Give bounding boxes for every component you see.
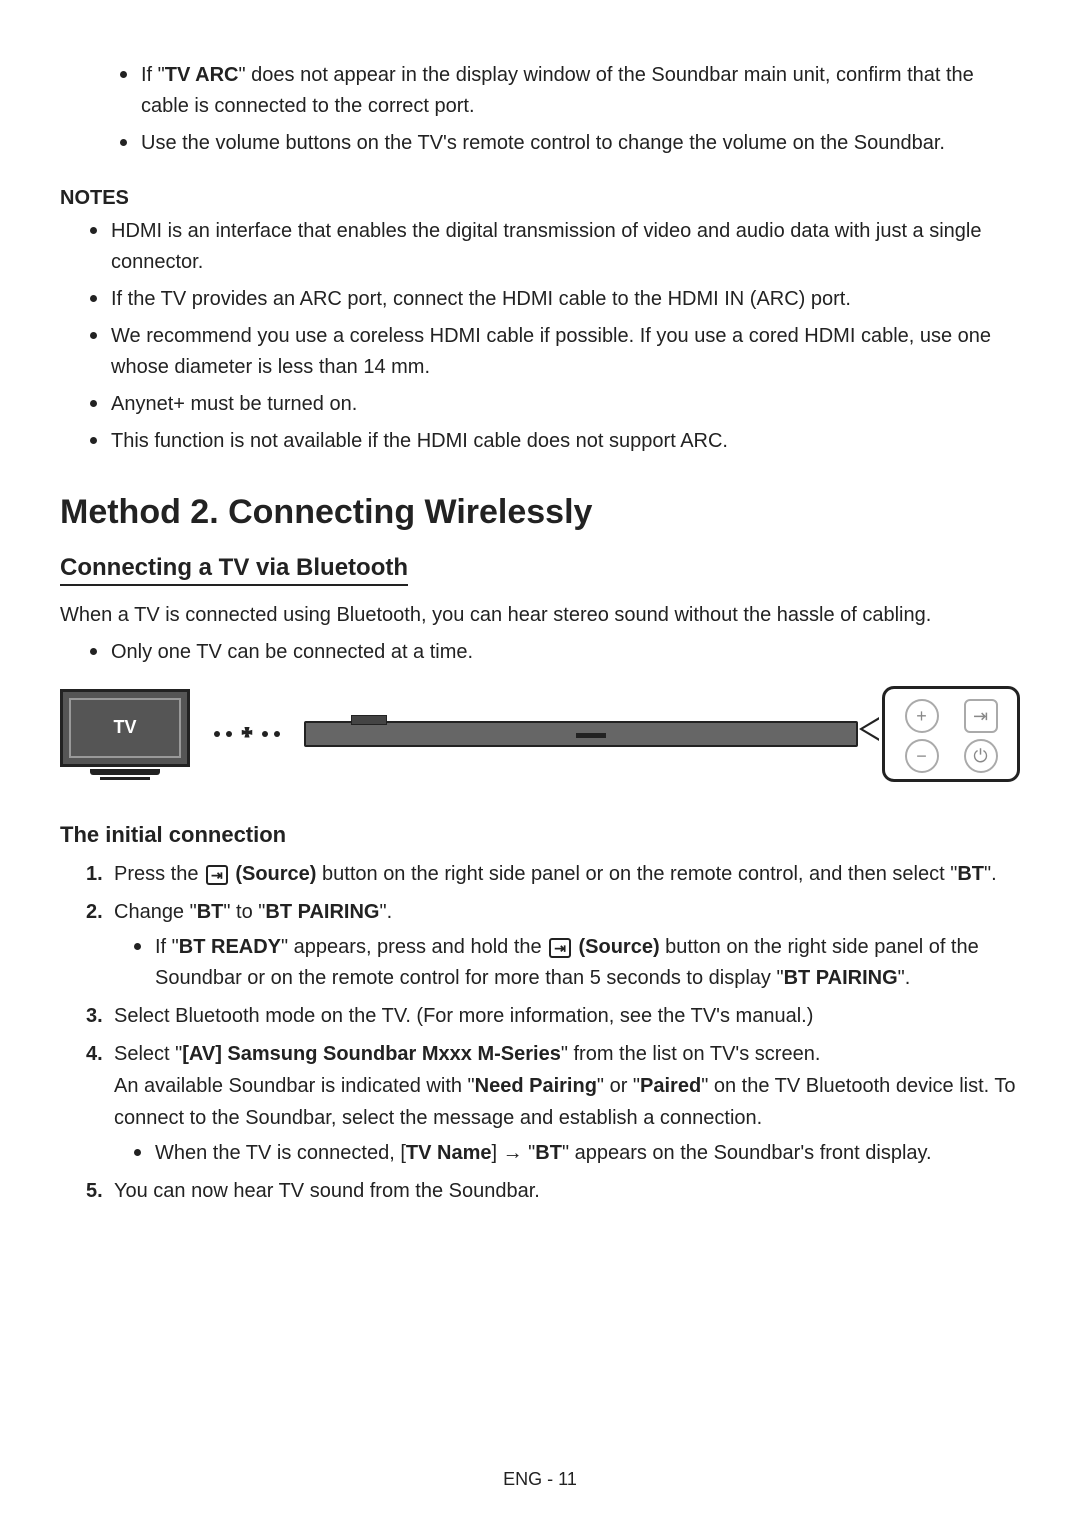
step-4: Select "[AV] Samsung Soundbar Mxxx M-Ser… [86, 1038, 1020, 1169]
signal-dot [274, 731, 280, 737]
volume-down-icon: − [905, 739, 939, 773]
intro-text: When a TV is connected using Bluetooth, … [60, 600, 1020, 631]
source-icon: ⇥ [549, 938, 571, 958]
notes-list: HDMI is an interface that enables the di… [90, 216, 1020, 457]
side-panel-illustration: + ⇥ − ⏻ [882, 686, 1020, 782]
step-1: Press the ⇥ (Source) button on the right… [86, 858, 1020, 890]
signal-dot [226, 731, 232, 737]
volume-up-icon: + [905, 699, 939, 733]
bullet-icon [120, 71, 127, 78]
tv-illustration: TV [60, 689, 190, 780]
bluetooth-diagram: TV ᛭ + ⇥ − ⏻ [60, 686, 1020, 782]
list-item: Only one TV can be connected at a time. [90, 637, 1020, 668]
list-item: This function is not available if the HD… [90, 426, 1020, 457]
bullet-text: This function is not available if the HD… [111, 426, 728, 457]
signal-dot [262, 731, 268, 737]
list-item: Use the volume buttons on the TV's remot… [120, 128, 1020, 159]
bullet-icon [90, 400, 97, 407]
step-4-sub-list: When the TV is connected, [TV Name] → "B… [134, 1138, 1020, 1169]
step-5: You can now hear TV sound from the Sound… [86, 1175, 1020, 1207]
intro-bullet-list: Only one TV can be connected at a time. [90, 637, 1020, 668]
section-title: Method 2. Connecting Wirelessly [60, 493, 1020, 532]
bullet-text: HDMI is an interface that enables the di… [111, 216, 1020, 278]
top-bullet-list: If "TV ARC" does not appear in the displ… [120, 60, 1020, 159]
bullet-icon [134, 1149, 141, 1156]
bullet-text: If "BT READY" appears, press and hold th… [155, 932, 1020, 994]
bullet-text: Only one TV can be connected at a time. [111, 637, 473, 668]
tv-label: TV [113, 717, 136, 738]
list-item: If "BT READY" appears, press and hold th… [134, 932, 1020, 994]
step-2-sub-list: If "BT READY" appears, press and hold th… [134, 932, 1020, 994]
list-item: HDMI is an interface that enables the di… [90, 216, 1020, 278]
bullet-text: Use the volume buttons on the TV's remot… [141, 128, 945, 159]
bluetooth-icon: ᛭ [238, 717, 256, 751]
list-item: When the TV is connected, [TV Name] → "B… [134, 1138, 1020, 1169]
bullet-text: Anynet+ must be turned on. [111, 389, 357, 420]
bullet-icon [90, 437, 97, 444]
bullet-text: If "TV ARC" does not appear in the displ… [141, 60, 1020, 122]
bullet-icon [90, 332, 97, 339]
notes-heading: NOTES [60, 187, 1020, 210]
bullet-icon [90, 295, 97, 302]
signal-dot [214, 731, 220, 737]
initial-connection-title: The initial connection [60, 822, 1020, 848]
bullet-icon [90, 648, 97, 655]
step-3: Select Bluetooth mode on the TV. (For mo… [86, 1000, 1020, 1032]
bullet-text: When the TV is connected, [TV Name] → "B… [155, 1138, 932, 1169]
tv-stand [90, 769, 160, 775]
tv-base [100, 777, 150, 780]
steps-list: Press the ⇥ (Source) button on the right… [86, 858, 1020, 1207]
bluetooth-signal: ᛭ [214, 717, 280, 751]
list-item: Anynet+ must be turned on. [90, 389, 1020, 420]
power-icon: ⏻ [964, 739, 998, 773]
step-2: Change "BT" to "BT PAIRING". If "BT READ… [86, 896, 1020, 994]
bullet-icon [90, 227, 97, 234]
page-content: If "TV ARC" does not appear in the displ… [60, 60, 1020, 1207]
bullet-icon [120, 139, 127, 146]
source-icon: ⇥ [206, 865, 228, 885]
sub-title: Connecting a TV via Bluetooth [60, 554, 408, 586]
soundbar-illustration [304, 721, 858, 747]
list-item: We recommend you use a coreless HDMI cab… [90, 321, 1020, 383]
list-item: If the TV provides an ARC port, connect … [90, 284, 1020, 315]
bullet-icon [134, 943, 141, 950]
source-icon: ⇥ [964, 699, 998, 733]
page-footer: ENG - 11 [0, 1469, 1080, 1490]
bullet-text: If the TV provides an ARC port, connect … [111, 284, 851, 315]
list-item: If "TV ARC" does not appear in the displ… [120, 60, 1020, 122]
bullet-text: We recommend you use a coreless HDMI cab… [111, 321, 1020, 383]
tv-screen: TV [60, 689, 190, 767]
